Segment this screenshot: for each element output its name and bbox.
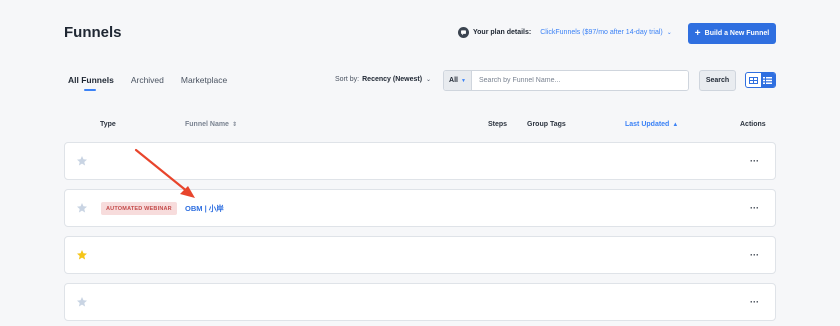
sort-up-icon: ▲ (672, 122, 679, 128)
view-toggle (745, 72, 776, 88)
row-actions-menu[interactable]: ··· (750, 156, 759, 166)
funnel-name-header-label: Funnel Name (185, 121, 229, 128)
search-input[interactable] (472, 71, 688, 90)
row-actions-menu[interactable]: ··· (750, 203, 759, 213)
page-title: Funnels (64, 24, 122, 41)
plan-label: Your plan details: (473, 29, 532, 36)
column-header-type: Type (100, 121, 116, 128)
column-header-steps: Steps (488, 121, 508, 128)
list-view-icon (763, 76, 773, 84)
star-icon[interactable] (76, 296, 88, 308)
column-header-group-tags: Group Tags (527, 121, 566, 128)
tab-marketplace[interactable]: Marketplace (181, 75, 227, 85)
chat-icon (458, 27, 469, 38)
column-header-funnel-name[interactable]: Funnel Name ⇕ (185, 121, 237, 128)
search-bar: All ▼ (443, 70, 689, 91)
row-actions-menu[interactable]: ··· (750, 297, 759, 307)
search-button[interactable]: Search (699, 70, 736, 91)
grid-view-button[interactable] (746, 73, 761, 87)
sort-value[interactable]: Recency (Newest) (362, 76, 422, 83)
chevron-down-icon: ⌄ (426, 77, 432, 83)
row-actions-menu[interactable]: ··· (750, 250, 759, 260)
funnel-name-link[interactable]: OBM | 小岸 (185, 203, 224, 214)
tab-archived[interactable]: Archived (131, 75, 164, 85)
build-button-label: Build a New Funnel (704, 30, 770, 37)
search-filter-select[interactable]: All ▼ (444, 71, 472, 90)
star-icon[interactable] (76, 155, 88, 167)
plus-icon: + (694, 28, 701, 39)
chevron-down-icon: ⌄ (666, 30, 672, 36)
search-filter-value: All (449, 77, 458, 84)
sort-dropdown[interactable]: Sort by: Recency (Newest) ⌄ (335, 76, 431, 83)
star-icon[interactable] (76, 202, 88, 214)
star-icon[interactable] (76, 249, 88, 261)
funnel-type-badge: AUTOMATED WEBINAR (101, 202, 177, 215)
tab-all-funnels[interactable]: All Funnels (68, 75, 114, 91)
plan-value[interactable]: ClickFunnels ($97/mo after 14-day trial) (540, 29, 663, 36)
funnel-row[interactable]: AUTOMATED WEBINAR OBM | 小岸 ··· (64, 189, 776, 227)
plan-dropdown[interactable]: ClickFunnels ($97/mo after 14-day trial)… (540, 29, 672, 36)
funnel-tabs: All Funnels Archived Marketplace (68, 75, 244, 91)
plan-details: Your plan details: ClickFunnels ($97/mo … (458, 27, 672, 38)
column-header-last-updated[interactable]: Last Updated ▲ (625, 121, 678, 128)
list-view-button[interactable] (760, 73, 775, 87)
column-header-actions: Actions (740, 121, 766, 128)
sort-both-icon: ⇕ (231, 122, 237, 128)
grid-view-icon (748, 76, 758, 84)
funnel-row[interactable]: ··· (64, 236, 776, 274)
sort-label: Sort by: (335, 76, 360, 83)
funnel-row[interactable]: ··· (64, 142, 776, 180)
funnel-row[interactable]: ··· (64, 283, 776, 321)
chevron-down-icon: ▼ (461, 77, 466, 84)
last-updated-header-label: Last Updated (625, 121, 670, 128)
build-new-funnel-button[interactable]: + Build a New Funnel (688, 23, 776, 44)
